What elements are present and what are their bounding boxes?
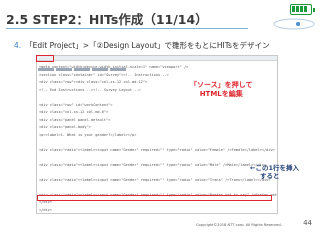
bullet-number: 4.: [14, 41, 22, 50]
code-line: <div class="row"><div class="col-xs-12 c…: [39, 80, 148, 84]
code-line: <div class="radio"><label><input name="G…: [39, 147, 275, 152]
code-line: <!-- End Instructions --><!-- Survey Lay…: [39, 87, 141, 92]
code-line: <div class="radio"><label><input name="G…: [39, 162, 267, 167]
callout-text: すると: [260, 172, 280, 180]
callout-insert-line: ←この1行を挿入 すると: [250, 164, 314, 180]
page-number: 44: [303, 219, 312, 227]
code-line: <div class="radio"><label><input name="G…: [39, 177, 271, 182]
callout-text: ←この1行を挿入: [250, 164, 299, 172]
bullet-text: 「Edit Project」>「②Design Layout」で雛形をもとにHI…: [25, 41, 270, 50]
title-rule: [6, 28, 248, 29]
callout-source-edit: 「ソース」を押して HTMLを編集: [190, 81, 252, 99]
code-line: <div class="panel-body">: [39, 125, 91, 129]
copyright: Copyright©2018 NTT corp. All Rights Rese…: [196, 223, 282, 227]
callout-text: 「ソース」を押して: [190, 81, 253, 89]
step-instruction: 4. 「Edit Project」>「②Design Layout」で雛形をもとに…: [14, 40, 269, 51]
code-line: <p><label>1. What is your gender?</label…: [39, 132, 137, 137]
code-line: <div class="panel panel-default">: [39, 117, 111, 122]
html-source-editor[interactable]: <meta content="width=device-width,initia…: [36, 55, 278, 214]
callout-text: HTMLを編集: [199, 90, 243, 98]
code-line: </div>: [39, 207, 52, 212]
code-line: <meta content="width=device-width,initia…: [39, 65, 189, 69]
battery-icon: [290, 4, 315, 15]
slide-title: 2.5 STEP2：HITs作成（11/14）: [6, 12, 208, 27]
inserted-line-highlight: [37, 195, 272, 201]
code-line: <div class="col-xs-12 col-md-6">: [39, 110, 109, 114]
code-line: <div class="row" id="workContent">: [39, 102, 113, 107]
editor-toolbar[interactable]: [37, 56, 277, 71]
code-line: <section class="container" id="Survey"><…: [39, 72, 169, 77]
source-button-highlight: [36, 55, 54, 62]
